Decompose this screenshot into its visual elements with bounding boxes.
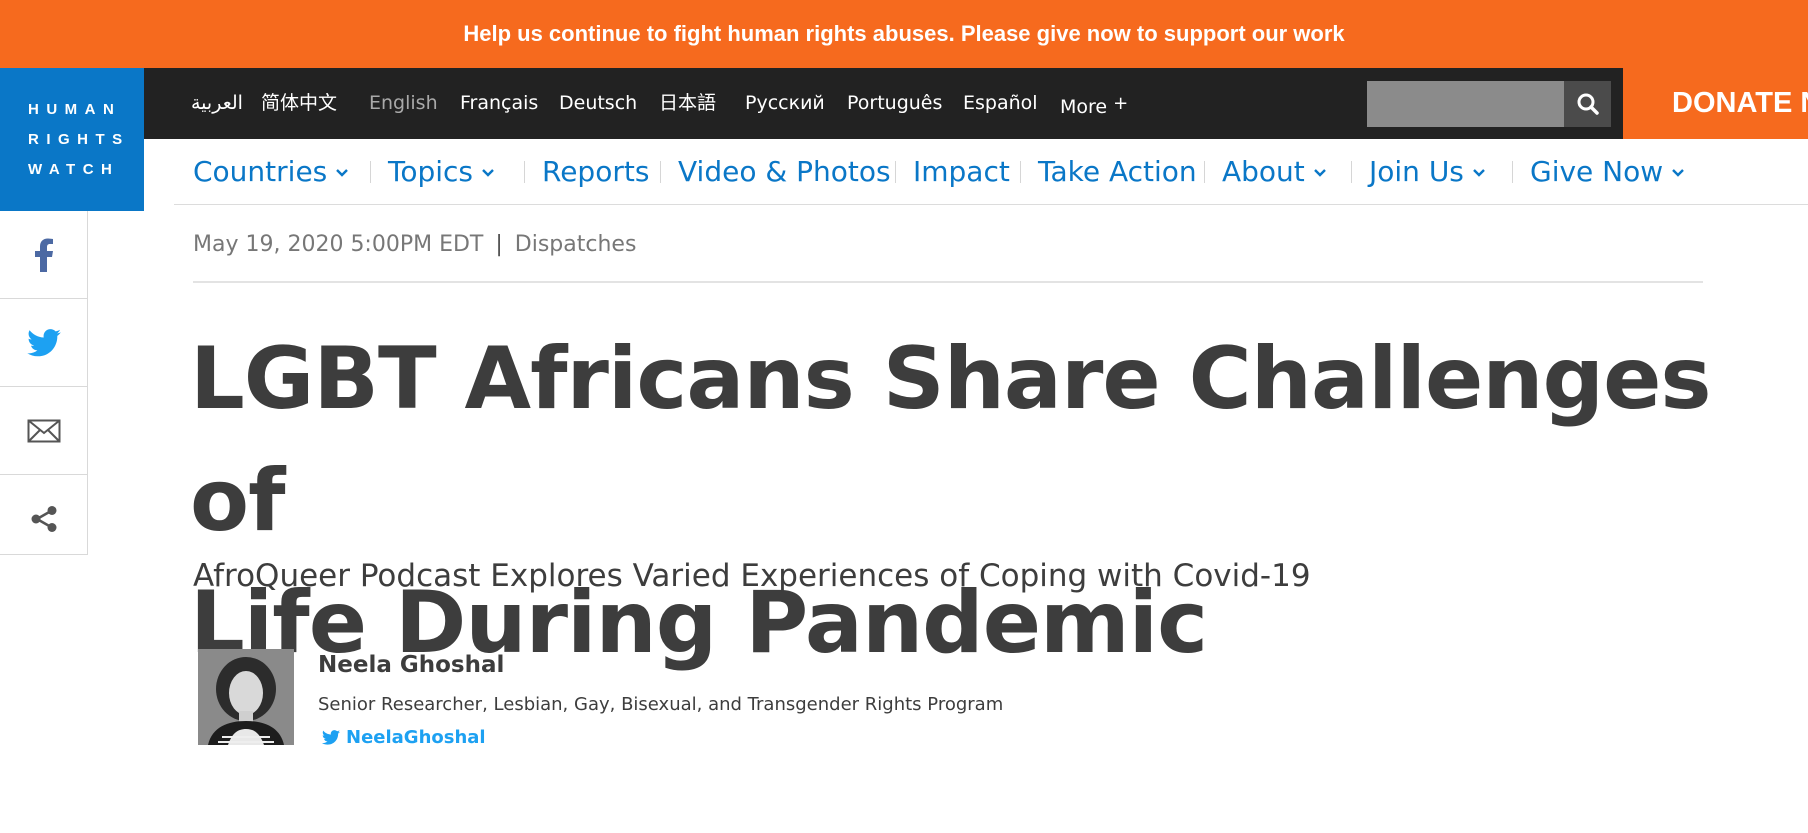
search-icon [1577,93,1599,115]
nav-countries[interactable]: Countries [193,139,349,204]
plus-icon: + [1113,93,1129,114]
nav-video-photos[interactable]: Video & Photos [678,139,891,204]
author-twitter-handle: NeelaGhoshal [346,727,486,748]
nav-topics-label: Topics [388,155,474,188]
nav-divider [370,161,371,183]
nav-divider [1020,161,1021,183]
chevron-down-icon [1473,169,1485,177]
share-facebook-button[interactable] [0,211,87,299]
chevron-down-icon [1313,169,1326,177]
search-input[interactable] [1367,81,1564,127]
lang-more[interactable]: More + [1060,68,1128,139]
nav-give-now[interactable]: Give Now [1530,139,1685,204]
nav-topics[interactable]: Topics [388,139,495,204]
nav-divider [1351,161,1352,183]
hrw-logo[interactable]: HUMAN RIGHTS WATCH [0,68,144,211]
chevron-down-icon [336,169,349,177]
nav-join-us-label: Join Us [1369,155,1464,188]
nav-take-action[interactable]: Take Action [1038,139,1197,204]
share-icon [31,506,56,532]
nav-join-us[interactable]: Join Us [1369,139,1486,204]
article-subtitle: AfroQueer Podcast Explores Varied Experi… [193,558,1311,594]
nav-reports[interactable]: Reports [542,139,649,204]
share-email-button[interactable] [0,387,87,475]
author-twitter-link[interactable]: NeelaGhoshal [322,727,486,748]
lang-japanese[interactable]: 日本語 [659,68,716,139]
article-title-line-1: LGBT Africans Share Challenges of [190,329,1712,551]
chevron-down-icon [482,169,494,177]
nav-divider [1512,161,1513,183]
lang-chinese[interactable]: 简体中文 [261,68,337,139]
nav-impact[interactable]: Impact [913,139,1010,204]
lang-spanish[interactable]: Español [963,68,1038,139]
nav-countries-label: Countries [193,155,328,188]
dateline-separator: | [495,232,503,257]
lang-german[interactable]: Deutsch [559,68,637,139]
nav-divider [895,161,896,183]
logo-line-2: RIGHTS [28,130,130,148]
author-photo-icon [198,649,294,745]
donation-banner[interactable]: Help us continue to fight human rights a… [0,0,1808,68]
author-role: Senior Researcher, Lesbian, Gay, Bisexua… [318,694,1004,715]
author-avatar[interactable] [198,649,294,745]
article-title: LGBT Africans Share Challenges of Life D… [190,318,1750,684]
search-button[interactable] [1564,81,1611,127]
email-icon [27,419,60,442]
share-sidebar [0,211,88,555]
logo-line-3: WATCH [28,160,120,178]
lang-russian[interactable]: Русский [745,68,825,139]
twitter-icon [322,730,340,745]
chevron-down-icon [1672,169,1685,177]
main-nav: Countries Topics Reports Video & Photos … [174,139,1808,205]
nav-about[interactable]: About [1222,139,1327,204]
article-date: May 19, 2020 5:00PM EDT [193,232,484,257]
banner-text[interactable]: Help us continue to fight human rights a… [463,21,1344,47]
share-twitter-button[interactable] [0,299,87,387]
nav-divider [660,161,661,183]
facebook-icon [34,238,53,272]
nav-give-now-label: Give Now [1530,155,1664,188]
donate-button[interactable]: DONATE NOW [1623,68,1808,139]
author-name-link[interactable]: Neela Ghoshal [318,652,504,678]
dateline-divider [193,281,1703,283]
lang-english[interactable]: English [369,68,438,139]
nav-about-label: About [1222,155,1305,188]
nav-divider [524,161,525,183]
logo-line-1: HUMAN [28,100,122,118]
lang-more-label: More [1060,96,1108,118]
nav-divider [1204,161,1205,183]
share-more-button[interactable] [0,475,87,563]
lang-portuguese[interactable]: Português [847,68,942,139]
article-dateline: May 19, 2020 5:00PM EDT | Dispatches [193,232,636,257]
twitter-icon [26,328,61,356]
article-category-link[interactable]: Dispatches [515,232,637,257]
lang-arabic[interactable]: العربية [191,68,243,139]
lang-french[interactable]: Français [460,68,538,139]
